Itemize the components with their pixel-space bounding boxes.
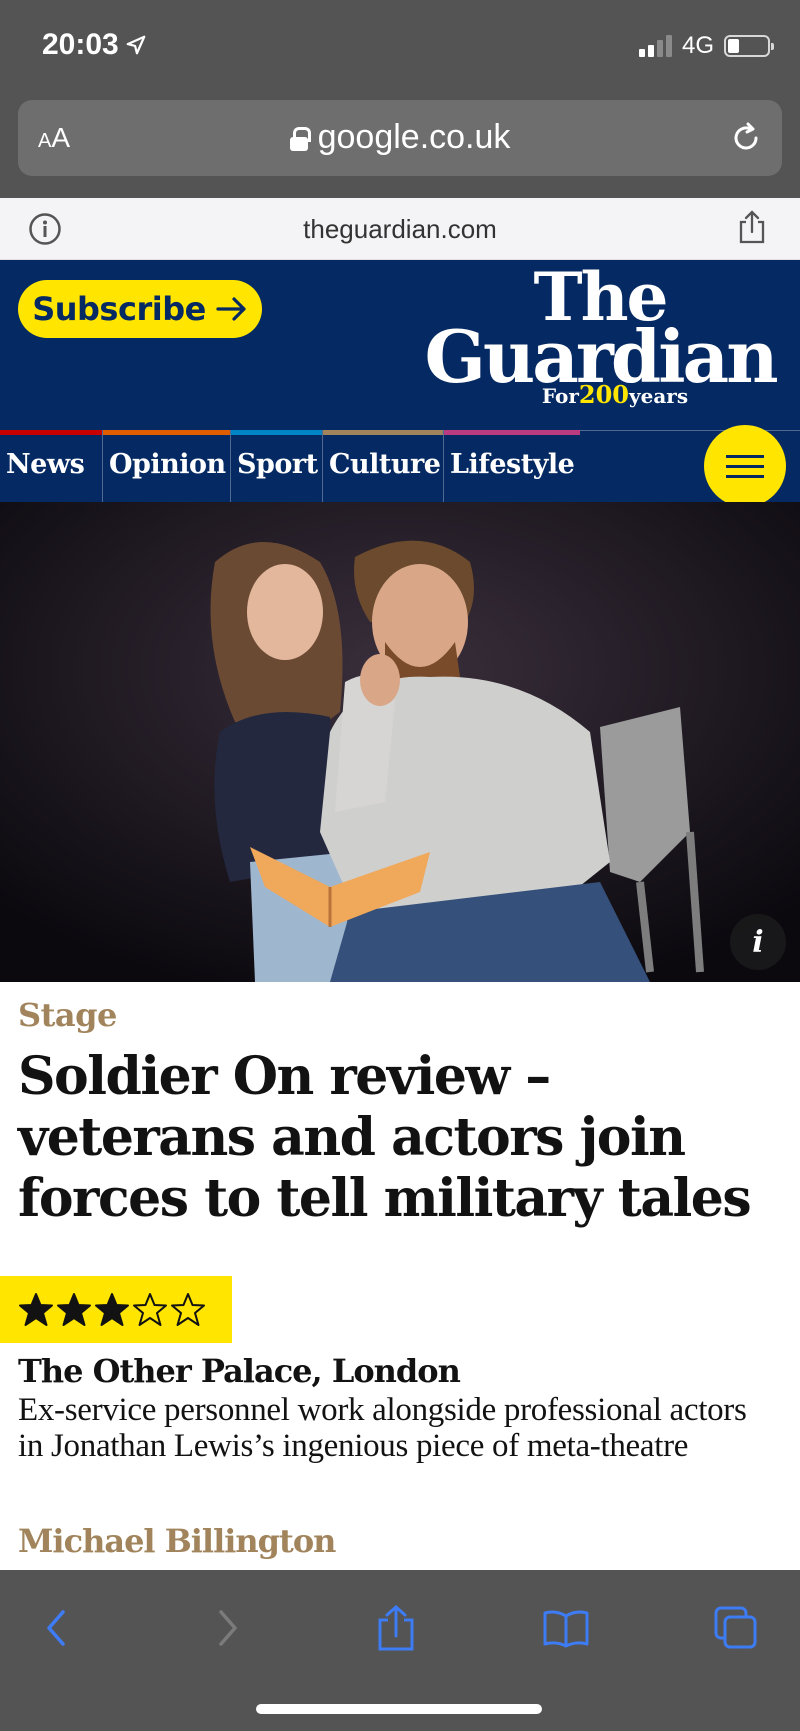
battery-icon — [724, 35, 774, 57]
star-filled-icon — [95, 1292, 129, 1326]
stage-photo-illustration — [0, 502, 800, 982]
star-empty-icon — [133, 1292, 167, 1326]
review-venue: The Other Palace, London — [18, 1352, 461, 1390]
tabs-icon[interactable] — [708, 1600, 764, 1656]
share-icon[interactable] — [738, 210, 766, 244]
star-empty-icon — [171, 1292, 205, 1326]
article-standfirst: Ex-service personnel work alongside prof… — [18, 1392, 747, 1464]
logo-number: 200 — [578, 380, 629, 409]
star-filled-icon — [57, 1292, 91, 1326]
book-icon[interactable] — [538, 1600, 594, 1656]
status-time: 20:03 — [42, 28, 147, 62]
nav-label-sport: Sport — [237, 449, 318, 480]
nav-label-culture: Culture — [329, 449, 441, 480]
nav-item-news[interactable]: News — [0, 430, 103, 503]
signal-icon — [638, 35, 672, 57]
address-bar[interactable]: AA google.co.uk — [18, 100, 782, 176]
chevron-right-icon[interactable] — [200, 1600, 256, 1656]
article-byline[interactable]: Michael Billington — [18, 1522, 336, 1560]
nav-item-lifestyle[interactable]: Lifestyle — [444, 430, 580, 503]
nav-item-opinion[interactable]: Opinion — [103, 430, 231, 503]
hamburger-icon[interactable] — [704, 425, 786, 507]
chevron-left-icon[interactable] — [28, 1600, 84, 1656]
logo-years: years — [628, 384, 689, 408]
guardian-masthead: Subscribe The Guardian For200years — [0, 260, 800, 430]
nav-accent-culture — [323, 430, 443, 435]
share-icon[interactable] — [368, 1600, 424, 1656]
nav-item-culture[interactable]: Culture — [323, 430, 444, 503]
site-info-bar: theguardian.com — [0, 198, 800, 260]
image-info-label: i — [752, 924, 764, 960]
image-info-button[interactable]: i — [730, 914, 786, 970]
network-label: 4G — [681, 32, 714, 59]
logo-for: For — [541, 384, 579, 408]
home-indicator[interactable] — [256, 1704, 542, 1714]
nav-accent-sport — [231, 430, 322, 435]
nav-accent-lifestyle — [444, 430, 580, 435]
nav-accent-opinion — [103, 430, 230, 435]
url-text: google.co.uk — [317, 118, 511, 156]
star-filled-icon — [19, 1292, 53, 1326]
site-domain[interactable]: theguardian.com — [0, 214, 800, 245]
nav-accent-news — [0, 430, 102, 435]
nav-item-sport[interactable]: Sport — [231, 430, 323, 503]
article-hero-image[interactable]: i — [0, 502, 800, 982]
section-nav: News Opinion Sport Culture Lifestyle — [0, 425, 800, 507]
article-headline: Soldier On review – veterans and actors … — [18, 1046, 752, 1229]
status-time-text: 20:03 — [42, 28, 119, 61]
nav-label-news: News — [6, 449, 85, 480]
reload-icon[interactable] — [728, 120, 764, 156]
section-kicker[interactable]: Stage — [18, 996, 117, 1034]
subscribe-button[interactable]: Subscribe — [18, 280, 262, 338]
nav-label-opinion: Opinion — [109, 449, 226, 480]
lock-icon — [289, 126, 311, 151]
url-display[interactable]: google.co.uk — [18, 118, 782, 157]
nav-label-lifestyle: Lifestyle — [450, 449, 575, 480]
status-indicators: 4G — [638, 32, 774, 60]
ios-status-and-address-area: 20:03 4G AA google.co.uk — [0, 0, 800, 198]
logo-line-guardian: Guardian — [424, 314, 778, 399]
star-rating — [0, 1276, 232, 1343]
guardian-logo[interactable]: The Guardian For200years — [420, 264, 780, 409]
arrow-right-icon — [216, 297, 246, 321]
subscribe-label: Subscribe — [32, 290, 206, 328]
location-arrow-icon — [126, 35, 146, 55]
